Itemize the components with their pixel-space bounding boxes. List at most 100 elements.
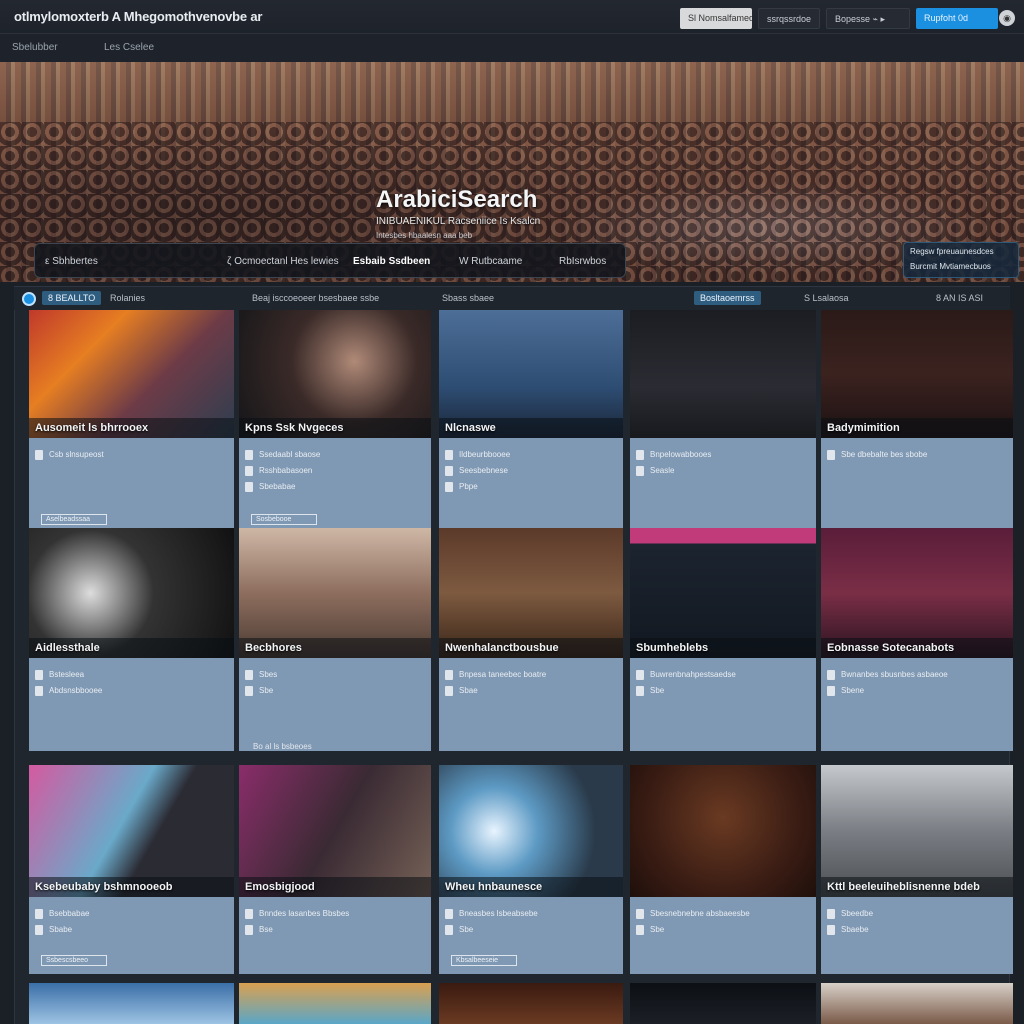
result-card[interactable]: Nlcnaswe Ildbeurbbooee Seesbebnese Pbpe bbox=[439, 310, 623, 533]
card-thumbnail[interactable]: Emosbigjood bbox=[239, 765, 431, 897]
result-card[interactable]: Aidlessthale Bstesleea Abdsnsbbooee bbox=[29, 528, 234, 751]
card-thumbnail[interactable]: Ausomeit ls bhrrooex bbox=[29, 310, 234, 438]
meta-icon bbox=[827, 686, 835, 696]
result-card[interactable]: Emosbigjood Bnndes lasanbes Bbsbes Bse bbox=[239, 765, 431, 974]
result-card[interactable]: Kpns Ssk Nvgeces Ssedaabl sbaose Rsshbabas… bbox=[239, 310, 431, 533]
result-card[interactable]: Nwenhalanctbousbue Bnpesa taneebec boatre… bbox=[439, 528, 623, 751]
card-thumbnail[interactable] bbox=[630, 765, 816, 897]
card-title: Emosbigjood bbox=[239, 877, 431, 897]
meta-icon bbox=[245, 909, 253, 919]
result-card[interactable]: Sbumheblebs Buwrenbnahpestsaedse Sbe bbox=[630, 528, 816, 751]
result-card[interactable]: Wheu hnbaunesce Bneasbes lsbeabsebe Sbe Kbs… bbox=[439, 765, 623, 974]
card-thumbnail[interactable]: Kttl beeleuiheblisnenne bdeb bbox=[821, 765, 1013, 897]
meta-icon bbox=[245, 450, 253, 460]
result-card[interactable] bbox=[439, 983, 623, 1024]
result-card[interactable]: Kttl beeleuiheblisnenne bdeb Sbeedbe Sbaeb… bbox=[821, 765, 1013, 974]
card-meta: Sbe bbox=[245, 686, 422, 696]
result-card[interactable]: Badymimition Sbe dbebalte bes sbobe bbox=[821, 310, 1013, 533]
hero-badge[interactable]: Regsw fpreuaunesdces Burcmit Mvtiamecbuo… bbox=[903, 242, 1019, 278]
card-meta: Ssedaabl sbaose bbox=[245, 450, 422, 460]
card-thumbnail[interactable]: Kpns Ssk Nvgeces bbox=[239, 310, 431, 438]
card-meta: Sbesnebnebne absbaeesbe bbox=[636, 909, 807, 919]
filter-chip[interactable]: Bosltaoemrss bbox=[694, 291, 761, 305]
card-thumbnail[interactable]: Nlcnaswe bbox=[439, 310, 623, 438]
card-meta: Bse bbox=[245, 925, 422, 935]
filter-item[interactable]: Rolanies bbox=[110, 293, 145, 303]
meta-icon bbox=[35, 909, 43, 919]
card-meta: Buwrenbnahpestsaedse bbox=[636, 670, 807, 680]
card-meta: Abdsnsbbooee bbox=[35, 686, 224, 696]
hero-nav-item[interactable]: ζ Ocmoectanl Hes lewies bbox=[227, 256, 339, 267]
card-action-button[interactable]: Kbsalbeeseie bbox=[451, 955, 517, 966]
filter-bar: 8 BEALLTO Rolanies Beaj isccoeoeer bsesb… bbox=[14, 286, 1010, 310]
card-thumbnail[interactable]: Eobnasse Sotecanabots bbox=[821, 528, 1013, 658]
result-card[interactable]: Ausomeit ls bhrrooex Csb slnsupeost Aselbe… bbox=[29, 310, 234, 533]
card-meta: Sbabe bbox=[35, 925, 224, 935]
card-meta: Sbe bbox=[445, 925, 614, 935]
meta-icon bbox=[827, 670, 835, 680]
subbar-left-label[interactable]: Sbelubber bbox=[12, 42, 58, 53]
card-meta: Bsebbabae bbox=[35, 909, 224, 919]
card-thumbnail[interactable]: Badymimition bbox=[821, 310, 1013, 438]
meta-icon bbox=[245, 925, 253, 935]
card-meta: Rsshbabasoen bbox=[245, 466, 422, 476]
hero-nav-item[interactable]: W Rutbcaame bbox=[459, 256, 522, 267]
result-card[interactable] bbox=[630, 983, 816, 1024]
card-thumbnail[interactable]: Becbhores bbox=[239, 528, 431, 658]
sign-in-button[interactable]: Sl Nomsalfamed bbox=[680, 8, 752, 29]
hero-subtitle: INIBUAENIKUL Racseniice Is Ksalcn bbox=[376, 216, 541, 227]
hero-nav-item[interactable]: RbIsrwbos bbox=[559, 256, 606, 267]
hero-badge-line: Burcmit Mvtiamecbuos bbox=[910, 262, 991, 271]
result-card[interactable]: Ksebeubaby bshmnooeob Bsebbabae Sbabe Ssbes… bbox=[29, 765, 234, 974]
card-meta: Bnpelowabbooes bbox=[636, 450, 807, 460]
card-meta: Pbpe bbox=[445, 482, 614, 492]
meta-icon bbox=[636, 466, 644, 476]
filter-toggle-icon[interactable] bbox=[22, 292, 36, 306]
result-card[interactable]: Becbhores Sbes Sbe bbox=[239, 528, 431, 751]
result-card[interactable]: Eobnasse Sotecanabots Bwnanbes sbusnbes a… bbox=[821, 528, 1013, 751]
subbar-mid-label[interactable]: Les Cselee bbox=[104, 42, 154, 53]
card-title: Ausomeit ls bhrrooex bbox=[29, 418, 234, 438]
filter-item[interactable]: Sbass sbaee bbox=[442, 293, 494, 303]
card-title: Eobnasse Sotecanabots bbox=[821, 638, 1013, 658]
filter-item[interactable]: S Lsalaosa bbox=[804, 293, 849, 303]
card-action-button[interactable]: Ssbescsbeeo bbox=[41, 955, 107, 966]
card-meta: Sbes bbox=[245, 670, 422, 680]
user-icon[interactable]: ◉ bbox=[999, 10, 1015, 26]
result-card[interactable] bbox=[239, 983, 431, 1024]
hero-nav-item[interactable]: ε Sbhbertes bbox=[45, 256, 98, 267]
upload-button[interactable]: Rupfoht 0d bbox=[916, 8, 998, 29]
meta-icon bbox=[445, 466, 453, 476]
filter-item[interactable]: 8 AN IS ASI bbox=[936, 293, 983, 303]
hero-nav-item-active[interactable]: Esbaib Ssdbeen bbox=[353, 256, 430, 267]
card-meta: Sbe dbebalte bes sbobe bbox=[827, 450, 1004, 460]
card-thumbnail[interactable] bbox=[630, 310, 816, 438]
card-thumbnail[interactable]: Nwenhalanctbousbue bbox=[439, 528, 623, 658]
meta-icon bbox=[636, 450, 644, 460]
register-button[interactable]: ssrqssrdoe bbox=[758, 8, 820, 29]
filter-item[interactable]: Beaj isccoeoeer bsesbaee ssbe bbox=[252, 293, 379, 303]
card-meta: Seesbebnese bbox=[445, 466, 614, 476]
grid-note: Bo al ls bsbeoes bbox=[253, 742, 312, 751]
card-title: Kpns Ssk Nvgeces bbox=[239, 418, 431, 438]
meta-icon bbox=[636, 670, 644, 680]
result-card[interactable]: Sbesnebnebne absbaeesbe Sbe bbox=[630, 765, 816, 974]
hero-nav-bar: ε Sbhbertes ζ Ocmoectanl Hes lewies Esba… bbox=[34, 243, 626, 278]
result-card[interactable] bbox=[821, 983, 1013, 1024]
result-card[interactable]: Bnpelowabbooes Seasle bbox=[630, 310, 816, 533]
result-card[interactable] bbox=[29, 983, 234, 1024]
filter-chip-active[interactable]: 8 BEALLTO bbox=[42, 291, 102, 305]
card-thumbnail[interactable]: Ksebeubaby bshmnooeob bbox=[29, 765, 234, 897]
card-thumbnail[interactable]: Aidlessthale bbox=[29, 528, 234, 658]
card-title: Aidlessthale bbox=[29, 638, 234, 658]
card-thumbnail[interactable]: Wheu hnbaunesce bbox=[439, 765, 623, 897]
card-action-button[interactable]: Sosbebooe bbox=[251, 514, 317, 525]
card-action-button[interactable]: Aselbeadssaa bbox=[41, 514, 107, 525]
hero-badge-line: Regsw fpreuaunesdces bbox=[910, 247, 994, 256]
card-thumbnail[interactable]: Sbumheblebs bbox=[630, 528, 816, 658]
meta-icon bbox=[35, 686, 43, 696]
browse-dropdown[interactable]: Bopesse ⌁ ▸ bbox=[826, 8, 910, 29]
meta-icon bbox=[245, 670, 253, 680]
meta-icon bbox=[445, 670, 453, 680]
card-title: Becbhores bbox=[239, 638, 431, 658]
